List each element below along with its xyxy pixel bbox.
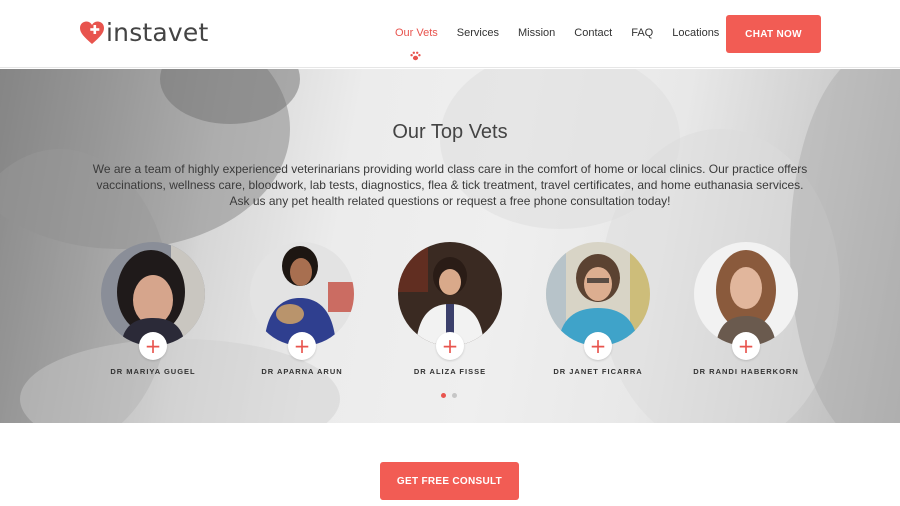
nav-item-contact[interactable]: Contact — [574, 27, 612, 39]
nav-item-mission[interactable]: Mission — [518, 27, 555, 39]
vet-photo[interactable] — [250, 242, 354, 346]
nav-item-locations[interactable]: Locations — [672, 27, 719, 39]
plus-icon[interactable]: + — [139, 332, 167, 360]
brand-name: instavet — [106, 18, 209, 47]
vet-photo[interactable] — [101, 242, 205, 346]
nav-item-faq[interactable]: FAQ — [631, 27, 653, 39]
vet-photo[interactable] — [546, 242, 650, 346]
carousel-dot[interactable] — [452, 393, 457, 398]
main-nav: Our Vets Services Mission Contact FAQ Lo… — [395, 27, 738, 39]
plus-icon[interactable]: + — [732, 332, 760, 360]
vet-photo[interactable] — [398, 242, 502, 346]
vet-photo[interactable] — [694, 242, 798, 346]
vet-name: DR JANET FICARRA — [553, 367, 643, 376]
nav-item-services[interactable]: Services — [457, 27, 499, 39]
paw-icon — [410, 51, 421, 61]
section-description: We are a team of highly experienced vete… — [92, 162, 808, 208]
vet-name: DR APARNA ARUN — [261, 367, 343, 376]
plus-icon[interactable]: + — [288, 332, 316, 360]
carousel-pagination — [441, 393, 463, 398]
vet-name: DR ALIZA FISSE — [413, 367, 487, 376]
heart-plus-icon — [80, 21, 104, 44]
plus-icon[interactable]: + — [436, 332, 464, 360]
plus-icon[interactable]: + — [584, 332, 612, 360]
chat-now-button[interactable]: CHAT NOW — [726, 15, 821, 53]
get-free-consult-button[interactable]: GET FREE CONSULT — [380, 462, 519, 500]
section-title: Our Top Vets — [392, 121, 508, 143]
site-header: instavet Our Vets Services Mission Conta… — [0, 0, 900, 68]
brand-logo[interactable]: instavet — [79, 18, 209, 48]
vet-name: DR MARIYA GUGEL — [110, 367, 196, 376]
vet-name: DR RANDI HABERKORN — [693, 367, 799, 376]
carousel-dot-active[interactable] — [441, 393, 446, 398]
nav-item-our-vets[interactable]: Our Vets — [395, 27, 438, 39]
top-vets-section: Our Top Vets We are a team of highly exp… — [0, 69, 900, 423]
